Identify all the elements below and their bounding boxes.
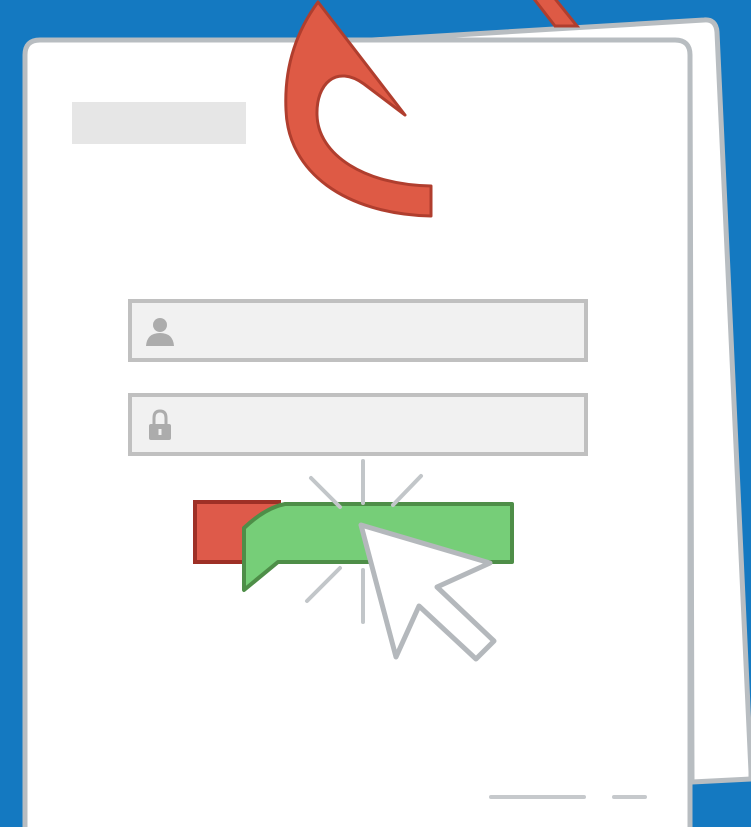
title-placeholder xyxy=(72,102,246,144)
username-field[interactable] xyxy=(128,299,588,362)
illustration-canvas xyxy=(0,0,751,827)
username-input[interactable] xyxy=(128,299,588,362)
password-field[interactable] xyxy=(128,393,588,456)
phishing-illustration xyxy=(0,0,751,827)
password-input[interactable] xyxy=(128,393,588,456)
